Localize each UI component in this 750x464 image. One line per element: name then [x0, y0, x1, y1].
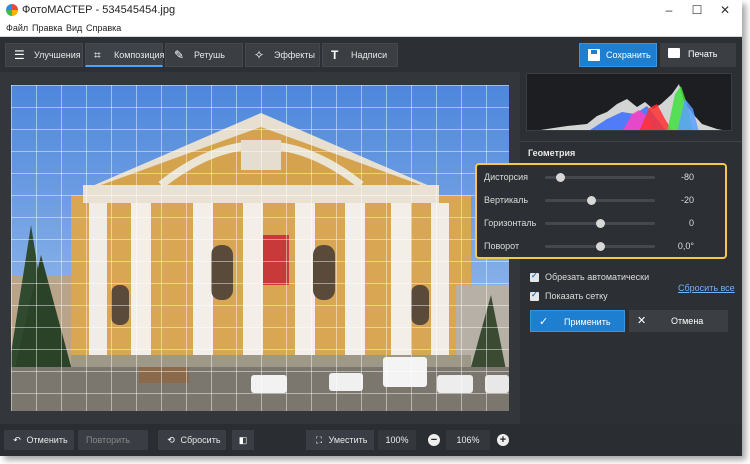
- app-window: ФотоМАСТЕР - 534545454.jpg – ☐ ✕ Файл Пр…: [0, 0, 742, 456]
- printer-icon: [668, 48, 680, 58]
- rotation-value: 0,0°: [677, 241, 694, 251]
- reset-icon: ⟲: [167, 435, 175, 445]
- floppy-disk-icon: [588, 49, 600, 61]
- horizontal-slider[interactable]: [545, 219, 655, 228]
- tab-effects[interactable]: ✧ Эффекты: [245, 43, 320, 67]
- crop-icon: ⌗: [94, 48, 101, 62]
- compare-button[interactable]: ◧: [232, 430, 254, 450]
- compare-icon: ◧: [238, 435, 248, 445]
- cancel-button[interactable]: ✕ Отмена: [629, 310, 728, 332]
- app-logo-icon: [6, 4, 18, 16]
- zoom-level: 106%: [446, 430, 490, 450]
- menu-bar: Файл Правка Вид Справка: [0, 20, 742, 37]
- tab-enhancements[interactable]: ☰ Улучшения: [5, 43, 83, 67]
- tab-composition[interactable]: ⌗ Композиция: [85, 43, 164, 67]
- auto-crop-label: Обрезать автоматически: [545, 272, 650, 282]
- menu-edit[interactable]: Правка: [32, 23, 62, 33]
- distortion-label: Дисторсия: [484, 172, 529, 182]
- check-icon: ✓: [539, 316, 549, 328]
- maximize-icon[interactable]: ☐: [684, 2, 710, 18]
- distortion-value: -80: [680, 172, 694, 182]
- title-bar: ФотоМАСТЕР - 534545454.jpg – ☐ ✕: [0, 0, 742, 20]
- zoom-in-icon[interactable]: +: [497, 434, 509, 446]
- redo-button[interactable]: Повторить ↷: [78, 430, 148, 456]
- menu-file[interactable]: Файл: [6, 23, 28, 33]
- show-grid-checkbox[interactable]: [530, 290, 539, 301]
- horizontal-label: Горизонталь: [484, 218, 537, 228]
- undo-icon: ↶: [13, 435, 21, 445]
- bottom-toolbar: ↶ Отменить Повторить ↷ ⟲ Сбросить ◧ ⛶ Ум…: [0, 424, 742, 456]
- window-title: ФотоМАСТЕР - 534545454.jpg: [22, 4, 176, 16]
- fit-button[interactable]: ⛶ Уместить: [306, 430, 374, 450]
- save-button[interactable]: Сохранить: [579, 43, 657, 67]
- print-button[interactable]: Печать: [660, 43, 736, 67]
- undo-button[interactable]: ↶ Отменить: [4, 430, 74, 450]
- rotation-slider-thumb[interactable]: [596, 242, 605, 251]
- fit-screen-icon: ⛶: [315, 435, 323, 445]
- geometry-section-title: Геометрия: [528, 148, 576, 158]
- distortion-slider[interactable]: [545, 173, 655, 182]
- close-icon: ✕: [637, 315, 647, 327]
- zoom-out-icon[interactable]: −: [428, 434, 440, 446]
- reset-all-link[interactable]: Сбросить все: [678, 283, 735, 293]
- panel-divider: [520, 141, 742, 142]
- zoom-100-button[interactable]: 100%: [378, 430, 416, 450]
- minimize-icon[interactable]: –: [656, 2, 682, 18]
- brush-icon: ✎: [174, 48, 185, 62]
- text-icon: T: [331, 48, 339, 62]
- histogram-graph: [540, 84, 723, 130]
- horizontal-slider-thumb[interactable]: [596, 219, 605, 228]
- rotation-slider[interactable]: [545, 242, 655, 251]
- vertical-slider[interactable]: [545, 196, 655, 205]
- auto-crop-checkbox[interactable]: [530, 271, 539, 282]
- horizontal-value: 0: [688, 218, 694, 228]
- tab-retouch[interactable]: ✎ Ретушь: [165, 43, 243, 67]
- rotation-label: Поворот: [484, 241, 520, 251]
- histogram: [526, 73, 732, 131]
- vertical-label: Вертикаль: [484, 195, 529, 205]
- menu-help[interactable]: Справка: [86, 23, 121, 33]
- magic-wand-icon: ✧: [254, 48, 265, 62]
- reset-button[interactable]: ⟲ Сбросить: [158, 430, 226, 450]
- photo-preview[interactable]: [11, 85, 509, 411]
- close-icon[interactable]: ✕: [712, 2, 738, 18]
- tab-captions[interactable]: T Надписи: [322, 43, 398, 67]
- canvas-area: [0, 72, 520, 424]
- photo-image: [11, 85, 509, 411]
- sliders-icon: ☰: [14, 48, 25, 62]
- vertical-value: -20: [680, 195, 694, 205]
- show-grid-label: Показать сетку: [545, 291, 608, 301]
- redo-icon: ↷: [84, 450, 98, 456]
- menu-view[interactable]: Вид: [66, 23, 82, 33]
- apply-button[interactable]: ✓ Применить: [530, 310, 625, 332]
